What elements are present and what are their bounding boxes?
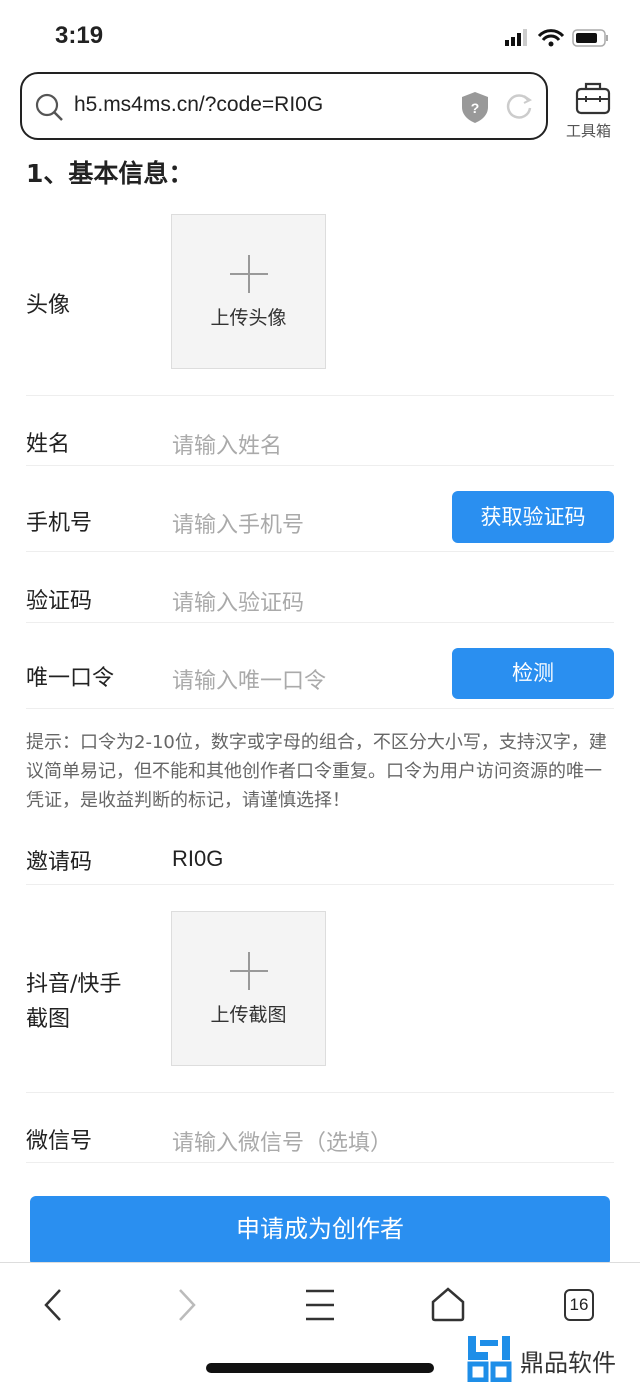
divider [26, 622, 614, 623]
toolbox-icon[interactable] [574, 80, 612, 116]
invite-label: 邀请码 [26, 850, 93, 875]
divider [26, 1092, 614, 1093]
code-label: 验证码 [26, 589, 93, 614]
token-label: 唯一口令 [26, 666, 115, 691]
toolbox-label[interactable]: 工具箱 [566, 120, 611, 141]
token-hint: 提示：口令为2-10位，数字或字母的组合，不区分大小写，支持汉字，建议简单易记，… [26, 732, 607, 811]
tabs-count-button[interactable]: 16 [564, 1289, 594, 1321]
avatar-label: 头像 [26, 293, 71, 318]
get-code-button[interactable]: 获取验证码 [452, 491, 614, 543]
watermark-text: 鼎品软件 [520, 1349, 616, 1377]
back-icon[interactable] [40, 1288, 70, 1322]
watermark-logo-icon [467, 1336, 512, 1382]
phone-label: 手机号 [26, 511, 93, 536]
menu-icon[interactable] [304, 1288, 336, 1322]
status-time: 3:19 [55, 22, 104, 49]
status-icons [505, 29, 608, 47]
wechat-label: 微信号 [26, 1129, 93, 1154]
forward-icon[interactable] [172, 1288, 202, 1322]
home-icon[interactable] [430, 1286, 466, 1322]
plus-icon [230, 255, 268, 293]
url-text[interactable]: h5.ms4ms.cn/?code=RI0G [74, 93, 323, 117]
check-button[interactable]: 检测 [452, 648, 614, 699]
divider [26, 708, 614, 709]
divider [26, 465, 614, 466]
svg-text:?: ? [471, 100, 480, 116]
search-icon [35, 93, 63, 121]
divider [26, 551, 614, 552]
screenshot-label: 抖音/快手 [26, 972, 122, 997]
name-input[interactable]: 请输入姓名 [172, 428, 282, 460]
reload-icon[interactable] [504, 92, 534, 122]
phone-input[interactable]: 请输入手机号 [172, 507, 304, 539]
screenshot-upload[interactable]: 上传截图 [171, 911, 326, 1066]
avatar-upload[interactable]: 上传头像 [171, 214, 326, 369]
divider [26, 884, 614, 885]
screenshot-upload-label: 上传截图 [210, 1004, 287, 1026]
section-title: 1、基本信息： [26, 159, 194, 188]
home-indicator [206, 1363, 434, 1373]
invite-value: RI0G [172, 846, 224, 871]
token-input[interactable]: 请输入唯一口令 [172, 663, 326, 695]
plus-icon [230, 952, 268, 990]
submit-button[interactable]: 申请成为创作者 [30, 1196, 610, 1266]
shield-icon[interactable]: ? [460, 90, 490, 124]
code-input[interactable]: 请输入验证码 [172, 585, 304, 617]
screenshot-label-2: 截图 [26, 1007, 71, 1032]
name-label: 姓名 [26, 432, 71, 457]
wechat-input[interactable]: 请输入微信号（选填） [172, 1125, 392, 1157]
divider [26, 1162, 614, 1163]
avatar-upload-label: 上传头像 [210, 307, 287, 329]
divider [26, 395, 614, 396]
